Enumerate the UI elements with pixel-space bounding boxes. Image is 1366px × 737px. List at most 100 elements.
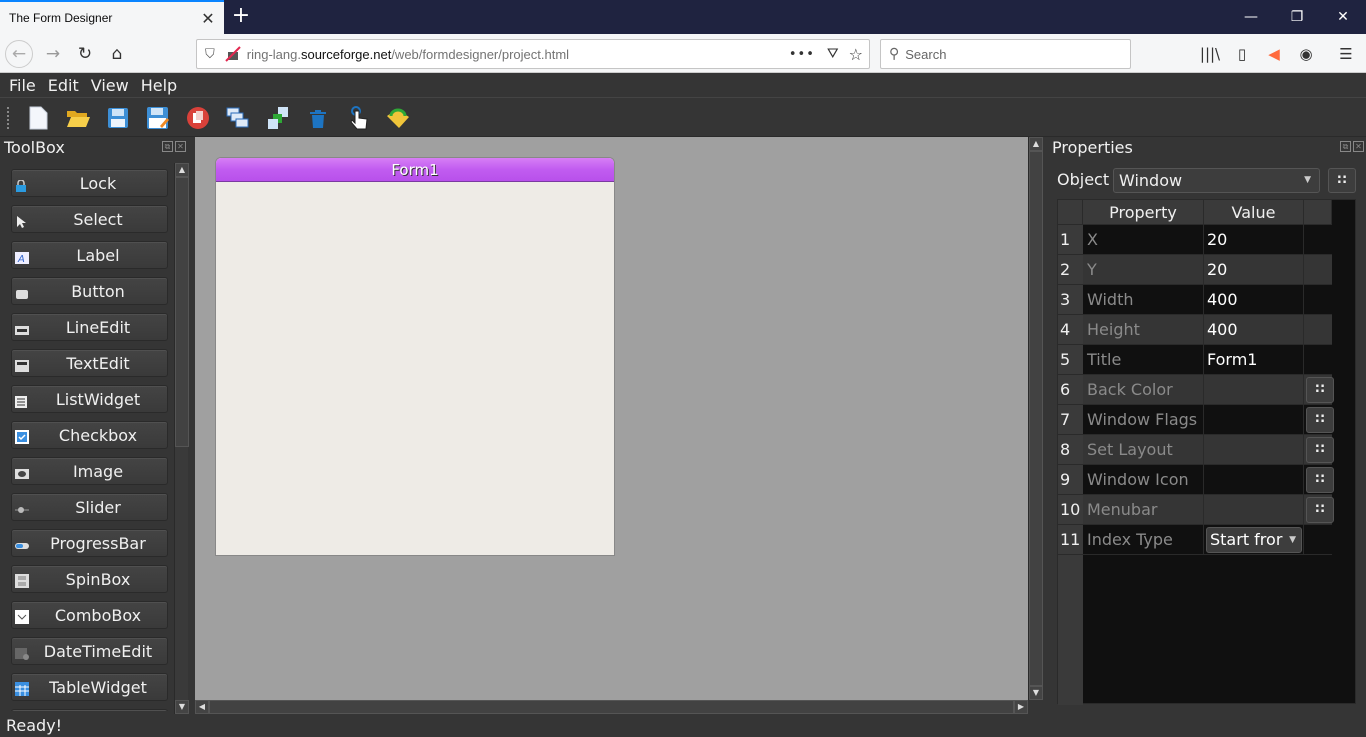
property-value[interactable] bbox=[1204, 405, 1304, 435]
scroll-down-icon[interactable]: ▼ bbox=[1029, 686, 1043, 700]
index-type-select[interactable]: Start fror ▼ bbox=[1206, 527, 1302, 553]
back-button[interactable]: ← bbox=[5, 40, 33, 68]
insecure-lock-icon[interactable] bbox=[225, 46, 241, 62]
close-dock-icon[interactable]: ✕ bbox=[1353, 141, 1364, 152]
property-value[interactable]: 20 bbox=[1204, 255, 1304, 285]
form-title-bar[interactable]: Form1 bbox=[216, 158, 614, 182]
menu-view[interactable]: View bbox=[85, 76, 135, 95]
new-tab-button[interactable]: + bbox=[228, 4, 254, 30]
property-edit-button[interactable]: :: bbox=[1306, 467, 1334, 493]
row-number[interactable]: 4 bbox=[1058, 315, 1083, 345]
property-edit-button[interactable]: :: bbox=[1306, 497, 1334, 523]
toolbox-item-datetimeedit[interactable]: DateTimeEdit bbox=[11, 637, 168, 665]
menu-help[interactable]: Help bbox=[135, 76, 183, 95]
toolbox-item-slider[interactable]: Slider bbox=[11, 493, 168, 521]
toolbox-scrollbar[interactable]: ▲ ▼ bbox=[174, 163, 189, 714]
scroll-up-icon[interactable]: ▲ bbox=[1029, 137, 1043, 151]
delete-button[interactable] bbox=[298, 101, 338, 135]
property-row[interactable]: 8 Set Layout bbox=[1058, 435, 1332, 465]
property-value[interactable] bbox=[1204, 375, 1304, 405]
close-form-button[interactable] bbox=[178, 101, 218, 135]
close-dock-icon[interactable]: ✕ bbox=[175, 141, 186, 152]
scroll-handle[interactable] bbox=[1029, 151, 1043, 686]
scroll-left-icon[interactable]: ◀ bbox=[195, 700, 209, 714]
toolbox-item-lineedit[interactable]: LineEdit bbox=[11, 313, 168, 341]
restore-button[interactable]: ❐ bbox=[1274, 0, 1320, 34]
row-number[interactable]: 9 bbox=[1058, 465, 1083, 495]
row-number[interactable]: 6 bbox=[1058, 375, 1083, 405]
float-dock-icon[interactable]: ⧉ bbox=[1340, 141, 1351, 152]
toolbox-item-label[interactable]: A Label bbox=[11, 241, 168, 269]
header-value[interactable]: Value bbox=[1204, 200, 1304, 225]
select-tool-button[interactable] bbox=[338, 101, 378, 135]
shield-icon[interactable]: ⛉ bbox=[205, 47, 215, 62]
property-row[interactable]: 9 Window Icon bbox=[1058, 465, 1332, 495]
save-as-button[interactable] bbox=[138, 101, 178, 135]
row-number[interactable]: 5 bbox=[1058, 345, 1083, 375]
search-input[interactable] bbox=[905, 46, 1106, 62]
search-bar[interactable]: ⚲ bbox=[880, 39, 1131, 69]
url-bar[interactable]: ⛉ ring-lang.sourceforge.net/web/formdesi… bbox=[196, 39, 870, 69]
property-row[interactable]: 4 Height 400 bbox=[1058, 315, 1332, 345]
menu-edit[interactable]: Edit bbox=[42, 76, 85, 95]
scroll-handle[interactable] bbox=[209, 700, 1014, 714]
toolbox-item-textedit[interactable]: TextEdit bbox=[11, 349, 168, 377]
save-button[interactable] bbox=[98, 101, 138, 135]
library-icon[interactable]: |||\ bbox=[1198, 42, 1222, 66]
property-row[interactable]: 7 Window Flags bbox=[1058, 405, 1332, 435]
row-number[interactable]: 1 bbox=[1058, 225, 1083, 255]
canvas-hscrollbar[interactable]: ◀ ▶ bbox=[195, 700, 1028, 714]
browser-tab[interactable]: The Form Designer ✕ bbox=[0, 0, 224, 34]
property-row[interactable]: 1 X 20 bbox=[1058, 225, 1332, 255]
object-select[interactable]: Window ▼ bbox=[1113, 168, 1320, 193]
scroll-handle[interactable] bbox=[175, 177, 189, 447]
reload-button[interactable]: ↻ bbox=[71, 40, 99, 68]
pocket-icon[interactable]: ⛛ bbox=[827, 46, 839, 62]
toolbar-grip[interactable] bbox=[6, 105, 10, 130]
form-window[interactable]: Form1 bbox=[215, 157, 615, 556]
property-value[interactable]: 20 bbox=[1204, 225, 1304, 255]
property-edit-button[interactable]: :: bbox=[1306, 407, 1334, 433]
property-value[interactable]: 400 bbox=[1204, 315, 1304, 345]
header-property[interactable]: Property bbox=[1083, 200, 1204, 225]
bookmark-star-icon[interactable]: ☆ bbox=[849, 45, 863, 64]
scroll-right-icon[interactable]: ▶ bbox=[1014, 700, 1028, 714]
row-number[interactable]: 2 bbox=[1058, 255, 1083, 285]
bring-to-front-button[interactable] bbox=[258, 101, 298, 135]
property-row[interactable]: 5 Title Form1 bbox=[1058, 345, 1332, 375]
property-value[interactable]: Start fror ▼ bbox=[1204, 525, 1304, 555]
menu-file[interactable]: File bbox=[3, 76, 42, 95]
home-button[interactable]: ⌂ bbox=[103, 40, 131, 68]
property-edit-button[interactable]: :: bbox=[1306, 377, 1334, 403]
canvas-vscrollbar[interactable]: ▲ ▼ bbox=[1028, 137, 1043, 700]
float-dock-icon[interactable]: ⧉ bbox=[162, 141, 173, 152]
toolbox-item-combobox[interactable]: ComboBox bbox=[11, 601, 168, 629]
property-value[interactable] bbox=[1204, 465, 1304, 495]
load-button[interactable] bbox=[378, 101, 418, 135]
row-number[interactable]: 10 bbox=[1058, 495, 1083, 525]
property-value[interactable]: Form1 bbox=[1204, 345, 1304, 375]
property-row[interactable]: 6 Back Color bbox=[1058, 375, 1332, 405]
open-button[interactable] bbox=[58, 101, 98, 135]
toolbox-item-button[interactable]: Button bbox=[11, 277, 168, 305]
row-number[interactable]: 7 bbox=[1058, 405, 1083, 435]
property-value[interactable] bbox=[1204, 495, 1304, 525]
property-value[interactable]: 400 bbox=[1204, 285, 1304, 315]
toolbox-item-image[interactable]: Image bbox=[11, 457, 168, 485]
page-actions-icon[interactable]: ••• bbox=[789, 47, 815, 62]
url-text[interactable]: ring-lang.sourceforge.net/web/formdesign… bbox=[247, 47, 789, 62]
scroll-up-icon[interactable]: ▲ bbox=[175, 163, 189, 177]
close-window-button[interactable]: ✕ bbox=[1320, 0, 1366, 34]
object-options-button[interactable]: :: bbox=[1328, 168, 1356, 193]
toolbox-item-checkbox[interactable]: Checkbox bbox=[11, 421, 168, 449]
property-row[interactable]: 10 Menubar bbox=[1058, 495, 1332, 525]
new-file-button[interactable] bbox=[18, 101, 58, 135]
toolbox-item-tablewidget[interactable]: TableWidget bbox=[11, 673, 168, 701]
toolbox-item-lock[interactable]: Lock bbox=[11, 169, 168, 197]
property-value[interactable] bbox=[1204, 435, 1304, 465]
design-canvas[interactable]: Form1 bbox=[195, 137, 1028, 700]
property-row[interactable]: 3 Width 400 bbox=[1058, 285, 1332, 315]
toolbox-item-select[interactable]: Select bbox=[11, 205, 168, 233]
close-tab-icon[interactable]: ✕ bbox=[196, 6, 220, 30]
toolbox-item-progressbar[interactable]: ProgressBar bbox=[11, 529, 168, 557]
